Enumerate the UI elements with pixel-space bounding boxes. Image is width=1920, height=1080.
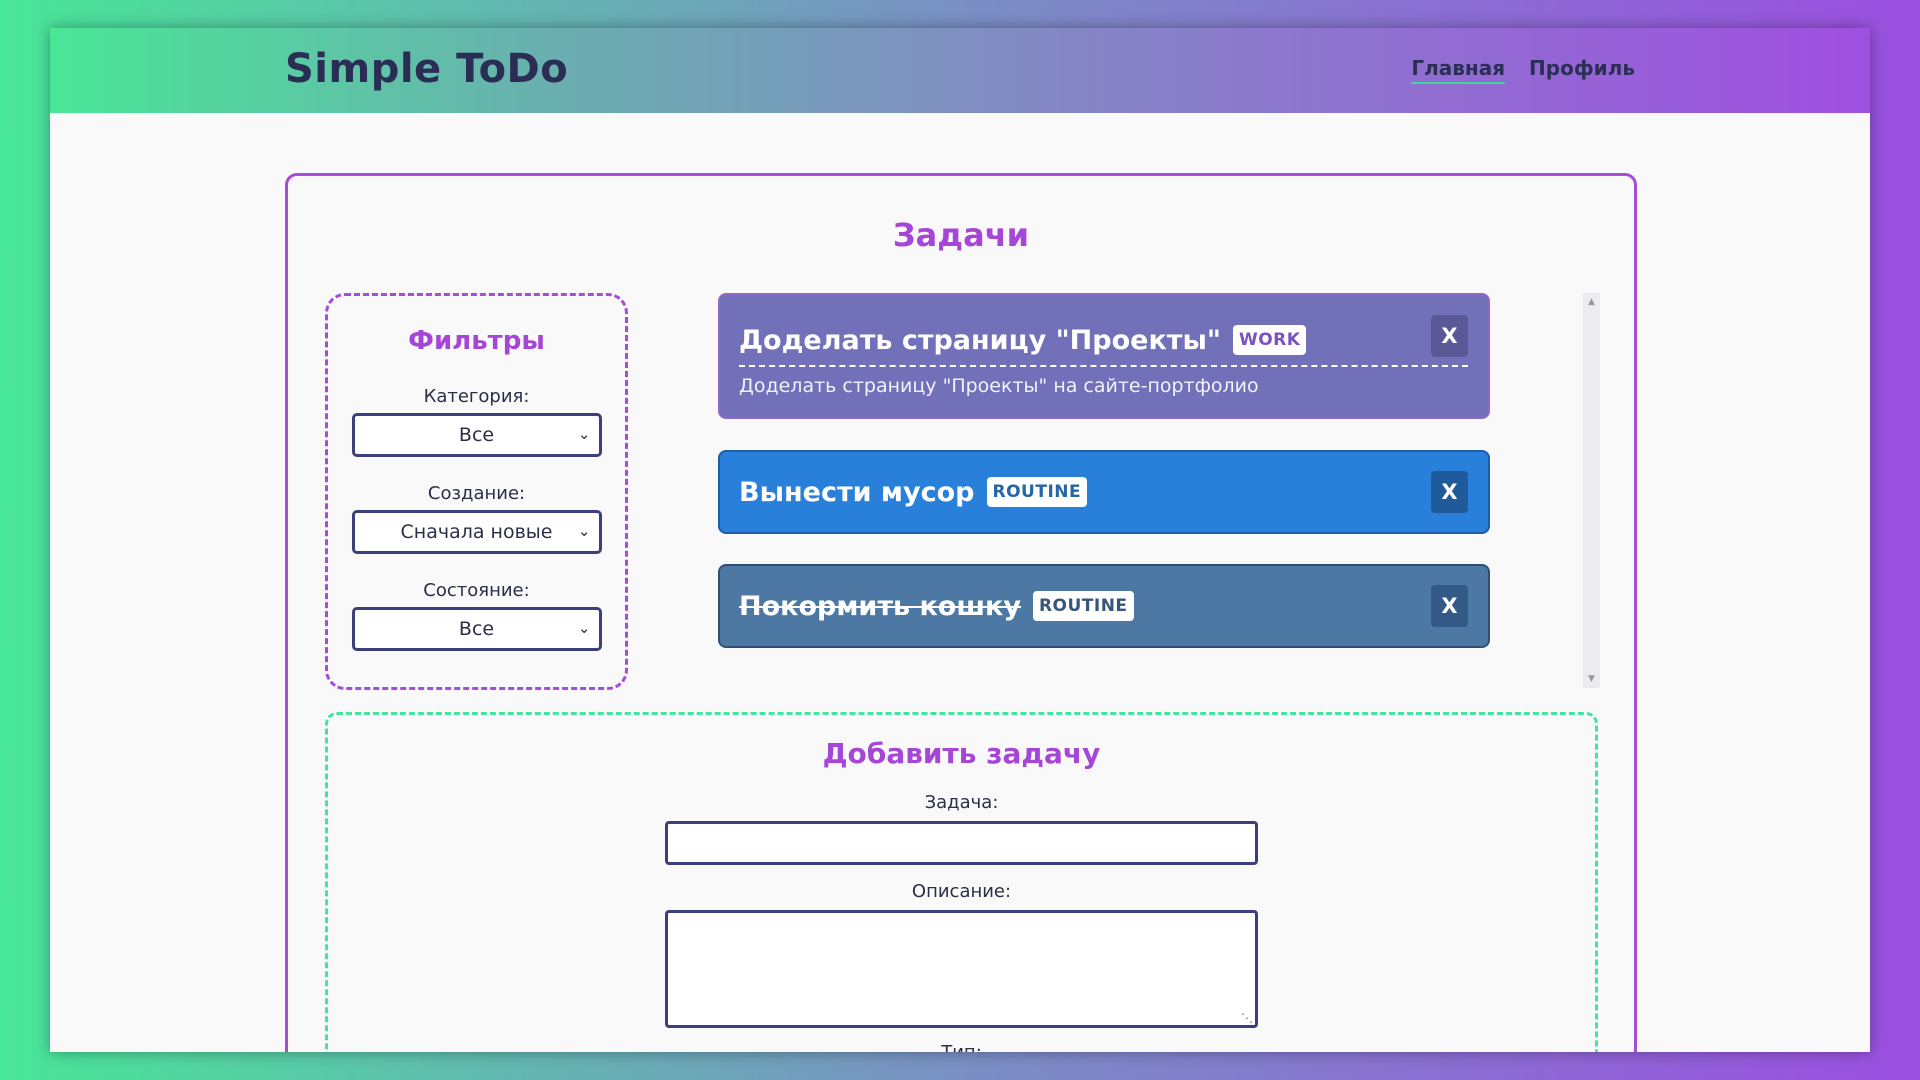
chevron-down-icon: ⌄	[577, 425, 591, 443]
task-title: Вынести мусор	[739, 476, 975, 508]
page-title: Задачи	[892, 216, 1030, 254]
filters-panel: Фильтры Категория: Все ⌄ Создание: Снача…	[325, 293, 628, 690]
description-textarea[interactable]: ⋱	[665, 910, 1258, 1028]
add-task-title: Добавить задачу	[822, 737, 1101, 770]
tasks-card: Задачи Фильтры Категория: Все ⌄ Создание…	[285, 173, 1637, 1052]
task-title: Покормить кошку	[739, 590, 1021, 622]
description-label: Описание:	[911, 881, 1012, 902]
task-input-label: Задача:	[924, 792, 999, 813]
scroll-down-icon[interactable]: ▼	[1583, 674, 1600, 684]
state-label: Состояние:	[423, 580, 530, 601]
task-item[interactable]: Доделать страницу "Проекты" WORK X Додел…	[718, 293, 1490, 419]
task-item[interactable]: Вынести мусор ROUTINE X	[718, 450, 1490, 534]
task-title-row: Покормить кошку ROUTINE	[720, 566, 1488, 646]
category-select-value: Все	[458, 424, 495, 446]
state-select[interactable]: Все ⌄	[351, 607, 602, 651]
delete-task-button[interactable]: X	[1431, 471, 1468, 513]
nav-link-home[interactable]: Главная	[1411, 56, 1506, 84]
app-window: Simple ToDo Главная Профиль Задачи Фильт…	[50, 28, 1870, 1052]
created-select-value: Сначала новые	[400, 521, 553, 543]
scroll-up-icon[interactable]: ▲	[1583, 297, 1600, 307]
task-description: Доделать страницу "Проекты" на сайте-пор…	[739, 375, 1259, 397]
nav: Главная Профиль	[1411, 56, 1635, 84]
delete-task-button[interactable]: X	[1431, 585, 1468, 627]
task-title-row: Доделать страницу "Проекты" WORK	[739, 315, 1468, 367]
add-task-panel: Добавить задачу Задача: Описание: ⋱ Тип:	[325, 712, 1598, 1052]
task-input[interactable]	[665, 821, 1258, 865]
task-title: Доделать страницу "Проекты"	[739, 324, 1221, 356]
nav-link-profile[interactable]: Профиль	[1529, 56, 1635, 84]
chevron-down-icon: ⌄	[577, 619, 591, 637]
category-badge: ROUTINE	[1032, 591, 1134, 621]
chevron-down-icon: ⌄	[577, 522, 591, 540]
header: Simple ToDo Главная Профиль	[50, 28, 1870, 113]
resize-grip-icon[interactable]: ⋱	[1241, 1011, 1253, 1025]
category-select[interactable]: Все ⌄	[351, 413, 602, 457]
category-label: Категория:	[423, 386, 530, 407]
created-label: Создание:	[427, 483, 526, 504]
filters-title: Фильтры	[408, 326, 545, 356]
task-item[interactable]: Покормить кошку ROUTINE X	[718, 564, 1490, 648]
type-label: Тип:	[328, 1042, 1595, 1052]
state-select-value: Все	[458, 618, 495, 640]
category-badge: ROUTINE	[986, 477, 1088, 507]
category-badge: WORK	[1232, 325, 1307, 355]
task-title-row: Вынести мусор ROUTINE	[720, 452, 1488, 532]
created-select[interactable]: Сначала новые ⌄	[351, 510, 602, 554]
app-title: Simple ToDo	[285, 46, 569, 92]
task-list-scrollbar[interactable]: ▲ ▼	[1583, 293, 1600, 688]
delete-task-button[interactable]: X	[1431, 315, 1468, 357]
